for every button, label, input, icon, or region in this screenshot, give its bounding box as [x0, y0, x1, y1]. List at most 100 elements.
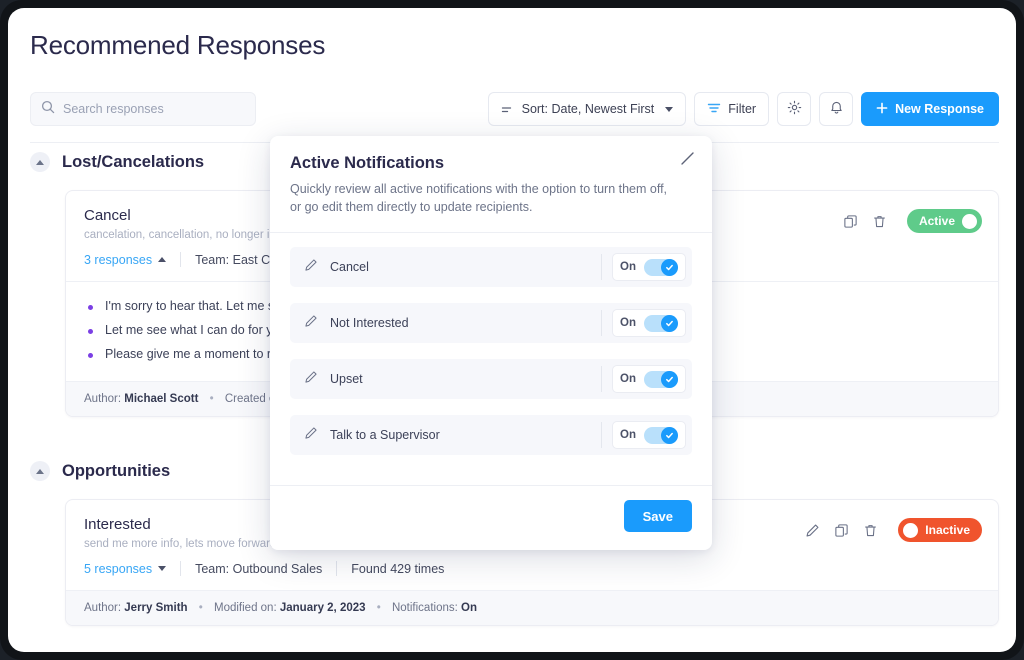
toggle-state-label: On — [620, 429, 636, 442]
author-label: Author: — [84, 602, 122, 615]
modal-body: Cancel On Not Interested On Upset On Tal… — [270, 233, 712, 479]
toolbar: Sort: Date, Newest First Filter — [8, 84, 1016, 143]
modal-footer: Save — [270, 486, 712, 550]
bullet-icon — [88, 352, 93, 358]
meta-divider — [180, 252, 182, 267]
row-divider — [601, 254, 603, 281]
meta-divider — [336, 561, 338, 577]
chevron-down-icon — [665, 106, 674, 112]
toggle-state-label: On — [620, 261, 636, 274]
pencil-icon[interactable] — [304, 258, 318, 277]
copy-icon[interactable] — [834, 523, 849, 538]
card-actions: Active — [814, 209, 982, 233]
sort-icon — [501, 101, 515, 118]
notification-toggle[interactable]: On — [612, 253, 686, 282]
pencil-icon[interactable] — [805, 523, 820, 538]
search-input[interactable] — [63, 102, 245, 116]
toggle-knob-check-icon — [661, 370, 678, 388]
notification-toggle[interactable]: On — [612, 309, 686, 338]
pencil-icon[interactable] — [304, 370, 318, 389]
copy-icon[interactable] — [843, 214, 858, 229]
card-meta: 5 responses Team: Outbound Sales Found 4… — [84, 561, 980, 590]
bullet-icon — [88, 305, 93, 310]
toggle-knob — [903, 522, 919, 538]
save-button[interactable]: Save — [623, 500, 692, 533]
separator-dot: • — [209, 393, 214, 406]
plus-icon — [876, 102, 888, 117]
row-divider — [601, 422, 603, 449]
bell-icon — [829, 100, 844, 118]
card-found-count: Found 429 times — [351, 561, 445, 576]
search-icon — [41, 100, 55, 119]
pencil-icon[interactable] — [304, 314, 318, 333]
notifications-button[interactable] — [819, 92, 854, 126]
notification-row-left: Cancel — [304, 258, 601, 277]
card-footer: Author: Jerry Smith • Modified on: Janua… — [66, 590, 998, 626]
notification-label: Talk to a Supervisor — [330, 428, 440, 443]
chevron-up-icon[interactable] — [30, 152, 50, 172]
filter-button[interactable]: Filter — [694, 92, 770, 126]
status-toggle-inactive[interactable]: Inactive — [898, 518, 982, 543]
notification-row: Upset On — [290, 359, 692, 400]
notification-label: Upset — [330, 372, 363, 387]
date-value: January 2, 2023 — [279, 602, 366, 615]
toggle-track — [644, 258, 678, 276]
toggle-track — [644, 314, 678, 332]
filter-label: Filter — [728, 102, 757, 116]
notifications-label: Notifications: — [391, 602, 458, 615]
modal-title: Active Notifications — [290, 154, 445, 172]
trash-icon[interactable] — [863, 523, 878, 538]
separator-dot: • — [376, 602, 381, 615]
author-value: Michael Scott — [124, 393, 199, 406]
section-title: Opportunities — [62, 461, 171, 480]
toggle-state-label: On — [620, 317, 636, 330]
notification-row: Talk to a Supervisor On — [290, 415, 692, 456]
notification-row-left: Not Interested — [304, 314, 601, 333]
status-toggle-active[interactable]: Active — [906, 209, 982, 233]
toggle-knob-check-icon — [661, 258, 678, 276]
modal-header: Active Notifications Quickly review all … — [270, 136, 712, 232]
responses-toggle[interactable]: 3 responses — [84, 253, 167, 267]
toggle-knob — [962, 213, 977, 229]
settings-button[interactable] — [777, 92, 812, 126]
card-actions: Inactive — [805, 518, 982, 543]
notification-row: Cancel On — [290, 247, 692, 288]
date-label: Modified on: — [214, 602, 277, 615]
new-response-label: New Response — [895, 102, 984, 116]
status-badge: Active — [918, 214, 955, 228]
close-icon[interactable] — [681, 152, 694, 165]
card-team: Team: Outbound Sales — [195, 561, 323, 576]
notification-toggle[interactable]: On — [612, 421, 686, 450]
toggle-state-label: On — [620, 373, 636, 386]
notifications-value: On — [461, 602, 477, 615]
new-response-button[interactable]: New Response — [861, 92, 999, 126]
toggle-track — [644, 426, 678, 444]
chevron-up-icon[interactable] — [30, 461, 50, 482]
responses-toggle[interactable]: 5 responses — [84, 561, 167, 576]
modal-description: Quickly review all active notifications … — [290, 182, 668, 215]
toolbar-actions: Sort: Date, Newest First Filter New Resp… — [487, 92, 999, 126]
toggle-track — [644, 370, 678, 388]
author-value: Jerry Smith — [124, 602, 188, 615]
trash-icon[interactable] — [872, 214, 887, 229]
sort-button[interactable]: Sort: Date, Newest First — [487, 92, 687, 126]
responses-count-label: 5 responses — [84, 561, 153, 576]
response-text: Let me see what I can do for you. — [105, 322, 290, 337]
filter-icon — [707, 101, 721, 118]
gear-icon — [787, 100, 802, 118]
separator-dot: • — [198, 602, 203, 615]
app-window: Recommened Responses Search responses So… — [8, 8, 1016, 652]
author-label: Author: — [84, 393, 122, 406]
notification-label: Cancel — [330, 260, 369, 275]
pencil-icon[interactable] — [304, 426, 318, 445]
pencil-icon[interactable] — [814, 214, 829, 229]
section-title: Lost/Cancelations — [62, 152, 205, 171]
notification-row-left: Upset — [304, 370, 601, 389]
notification-toggle[interactable]: On — [612, 365, 686, 394]
notification-row: Not Interested On — [290, 303, 692, 344]
status-badge: Inactive — [925, 523, 970, 538]
row-divider — [601, 366, 603, 393]
bullet-icon — [88, 328, 93, 334]
chevron-down-icon — [158, 566, 167, 572]
search-box[interactable] — [30, 92, 256, 126]
